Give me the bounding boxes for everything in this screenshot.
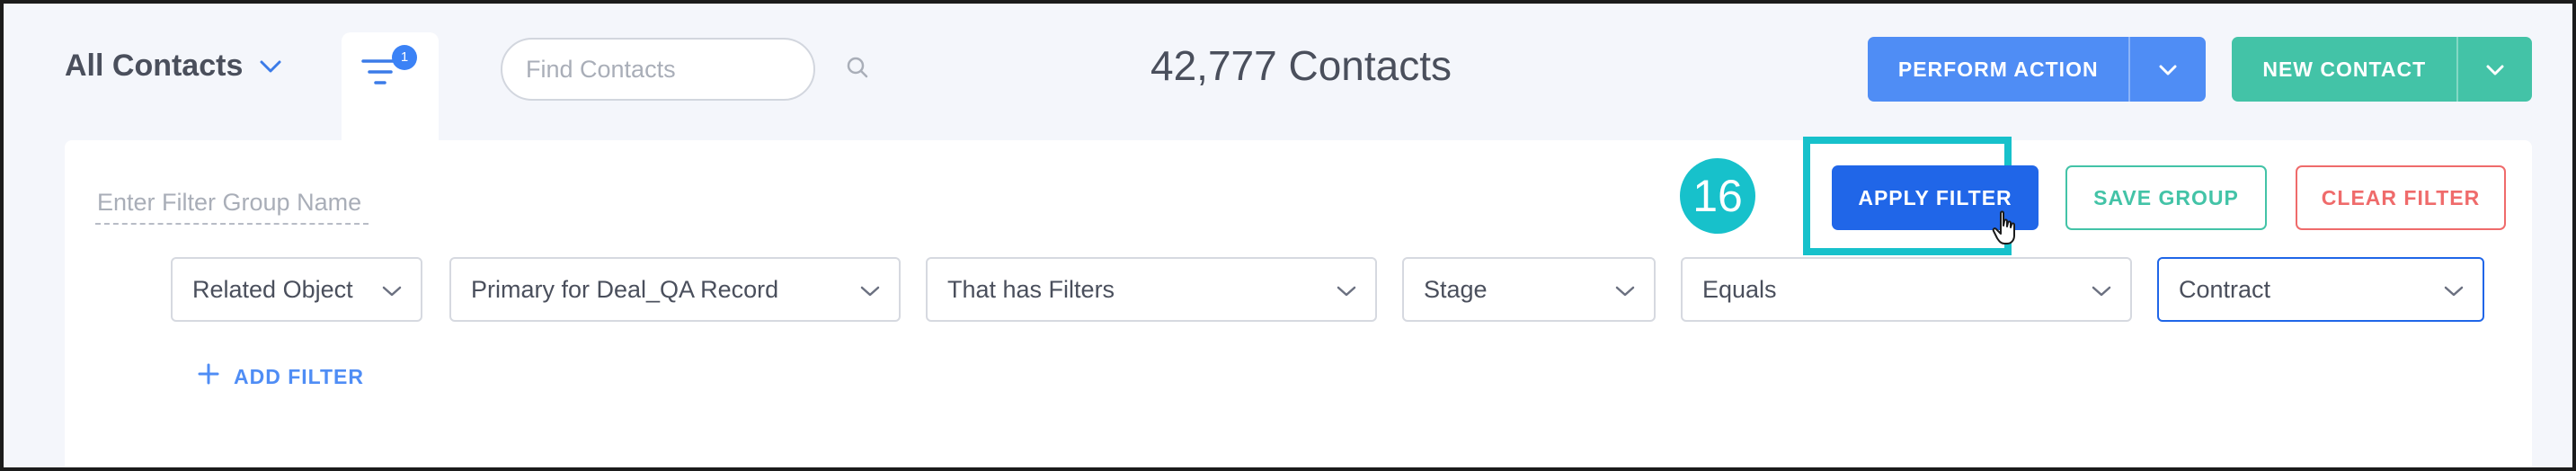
filter-select-value: Contract	[2179, 275, 2271, 303]
clear-filter-button[interactable]: CLEAR FILTER	[2296, 165, 2506, 230]
filter-select-value: Related Object	[192, 275, 353, 303]
chevron-down-icon	[1336, 276, 1357, 304]
filter-toggle-tab[interactable]: 1	[342, 32, 439, 140]
filter-select-condition[interactable]: That has Filters	[926, 257, 1377, 322]
filter-count-badge: 1	[392, 45, 417, 70]
plus-icon	[198, 363, 219, 390]
filter-select-operator[interactable]: Equals	[1681, 257, 2132, 322]
chevron-down-icon	[2091, 276, 2112, 304]
new-contact-split-button: NEW CONTACT	[2232, 37, 2532, 102]
perform-action-split-button: PERFORM ACTION	[1868, 37, 2206, 102]
perform-action-dropdown[interactable]	[2128, 37, 2206, 102]
filter-group-name-input[interactable]	[95, 182, 369, 225]
add-filter-label: ADD FILTER	[234, 364, 365, 388]
chevron-down-icon	[2443, 276, 2465, 304]
search-icon[interactable]	[846, 56, 869, 84]
view-selector[interactable]: All Contacts	[65, 49, 282, 84]
filter-select-value: Equals	[1702, 275, 1777, 303]
save-group-button[interactable]: SAVE GROUP	[2065, 165, 2267, 230]
search-input[interactable]	[524, 54, 846, 84]
filter-select-related-object[interactable]: Related Object	[171, 257, 422, 322]
chevron-down-icon	[2158, 58, 2178, 82]
perform-action-button[interactable]: PERFORM ACTION	[1868, 37, 2128, 102]
app-frame: All Contacts 1 42,777 Contacts PERFORM A…	[0, 0, 2576, 471]
new-contact-dropdown[interactable]	[2456, 37, 2532, 102]
filter-panel: 16 APPLY FILTER SAVE GROUP CLEAR FILTER …	[65, 137, 2532, 467]
filter-select-relationship[interactable]: Primary for Deal_QA Record	[449, 257, 901, 322]
chevron-down-icon	[381, 276, 403, 304]
filter-select-value-field[interactable]: Contract	[2157, 257, 2484, 322]
contacts-count: 42,777 Contacts	[1150, 42, 1452, 89]
filter-select-field[interactable]: Stage	[1402, 257, 1656, 322]
step-number-badge: 16	[1680, 158, 1755, 234]
filter-select-value: Stage	[1424, 275, 1488, 303]
filter-select-value: That has Filters	[947, 275, 1115, 303]
chevron-down-icon	[859, 276, 881, 304]
chevron-down-icon	[2485, 58, 2505, 82]
new-contact-button[interactable]: NEW CONTACT	[2232, 37, 2456, 102]
view-selector-label: All Contacts	[65, 49, 244, 83]
hand-pointer-icon	[1991, 210, 2021, 251]
search-box[interactable]	[501, 38, 868, 101]
chevron-down-icon	[1614, 276, 1636, 304]
filter-select-value: Primary for Deal_QA Record	[471, 275, 779, 303]
chevron-down-icon	[259, 59, 282, 74]
add-filter-button[interactable]: ADD FILTER	[198, 363, 364, 390]
